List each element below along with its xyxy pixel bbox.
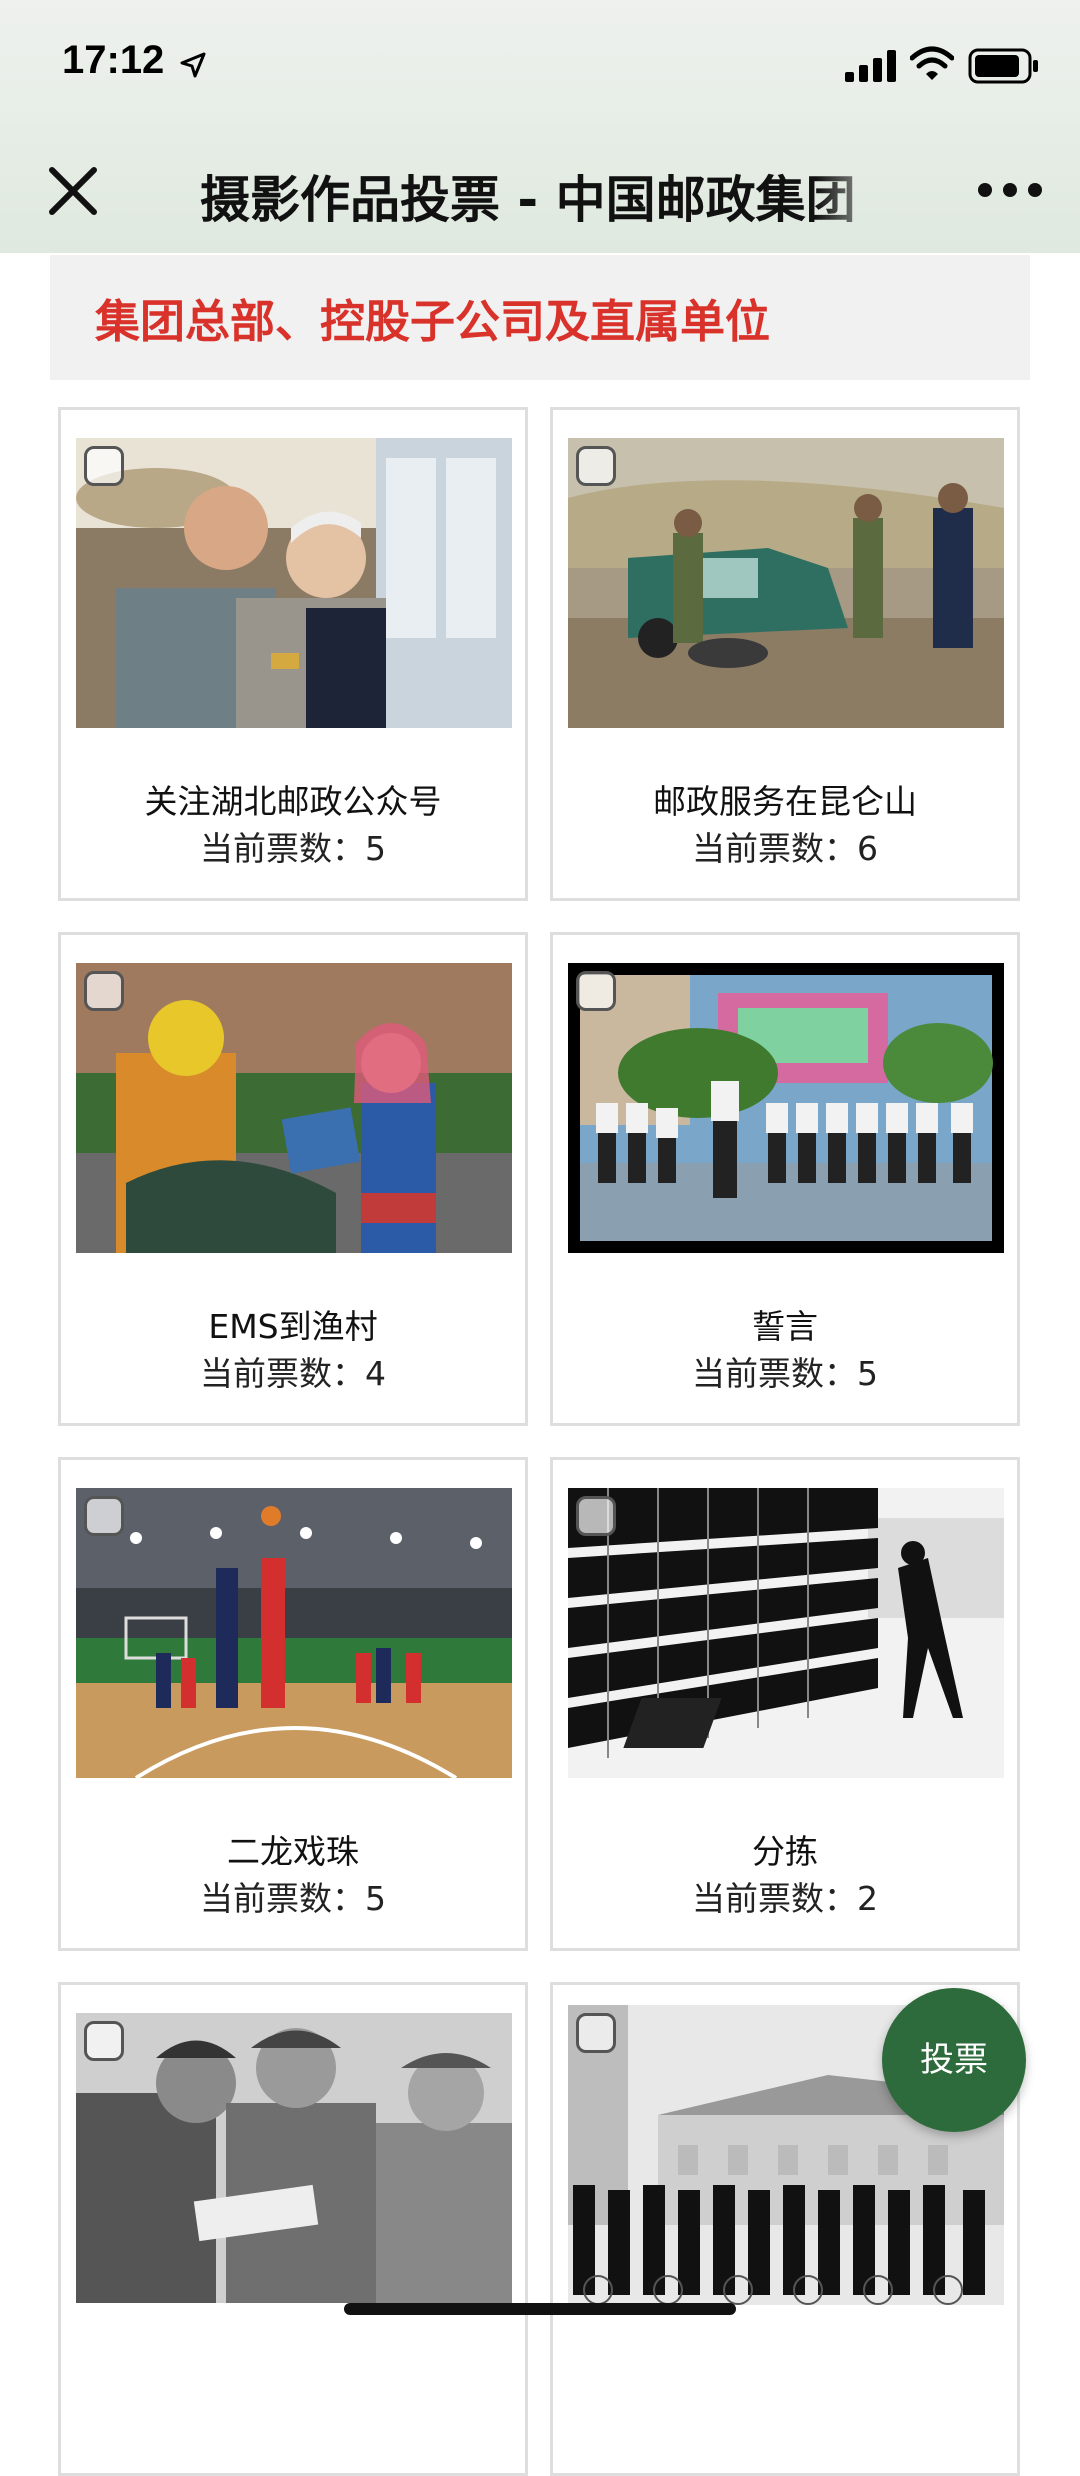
photo-title: 邮政服务在昆仑山 — [653, 782, 917, 821]
photo-card[interactable]: 二龙戏珠 当前票数：5 — [58, 1457, 528, 1951]
photo-title: 誓言 — [752, 1307, 818, 1346]
select-checkbox[interactable] — [84, 446, 124, 486]
more-options-icon[interactable] — [975, 175, 1045, 205]
home-indicator — [344, 2303, 736, 2315]
close-icon[interactable] — [42, 160, 104, 222]
page-title: 摄影作品投票 - 中国邮政集团 — [200, 171, 856, 224]
vote-count: 当前票数：5 — [200, 1879, 386, 1918]
courier-delivery-photo[interactable] — [76, 963, 512, 1253]
old-men-photo[interactable] — [76, 2013, 512, 2303]
vote-count: 当前票数：5 — [692, 1354, 878, 1393]
select-checkbox[interactable] — [576, 971, 616, 1011]
basketball-game-photo[interactable] — [76, 1488, 512, 1778]
status-bar: 17:12 — [0, 0, 1080, 130]
select-checkbox[interactable] — [576, 446, 616, 486]
cellular-signal-icon — [845, 50, 896, 82]
select-checkbox[interactable] — [84, 1496, 124, 1536]
vote-count: 当前票数：6 — [692, 829, 878, 868]
top-bar: 17:12 摄影作品投票 - 中国邮政集团 — [0, 0, 1080, 253]
location-arrow-icon — [180, 52, 206, 78]
status-time: 17:12 — [62, 38, 165, 82]
photo-title: 二龙戏珠 — [227, 1832, 359, 1871]
photo-card[interactable]: 分拣 当前票数：2 — [550, 1457, 1020, 1951]
photo-card[interactable]: 邮政服务在昆仑山 当前票数：6 — [550, 407, 1020, 901]
select-checkbox[interactable] — [84, 2021, 124, 2061]
vote-button[interactable]: 投票 — [882, 1988, 1026, 2132]
select-checkbox[interactable] — [576, 1496, 616, 1536]
battery-icon — [968, 48, 1038, 84]
photo-card[interactable]: 关注湖北邮政公众号 当前票数：5 — [58, 407, 528, 901]
wifi-icon — [910, 46, 954, 80]
select-checkbox[interactable] — [84, 971, 124, 1011]
photo-card[interactable]: 誓言 当前票数：5 — [550, 932, 1020, 1426]
nav-bar: 摄影作品投票 - 中国邮政集团 — [0, 130, 1080, 253]
photo-card[interactable]: EMS到渔村 当前票数：4 — [58, 932, 528, 1426]
photo-title: 关注湖北邮政公众号 — [144, 782, 442, 821]
sorting-shelves-photo[interactable] — [568, 1488, 1004, 1778]
vote-count: 当前票数：4 — [200, 1354, 386, 1393]
select-checkbox[interactable] — [576, 2013, 616, 2053]
photo-card[interactable] — [58, 1982, 528, 2476]
stuck-truck-photo[interactable] — [568, 438, 1004, 728]
photo-title: EMS到渔村 — [208, 1307, 378, 1346]
oath-ceremony-photo[interactable] — [568, 963, 1004, 1253]
people-looking-at-phone-photo[interactable] — [76, 438, 512, 728]
vote-count: 当前票数：2 — [692, 1879, 878, 1918]
section-title: 集团总部、控股子公司及直属单位 — [95, 295, 771, 348]
vote-count: 当前票数：5 — [200, 829, 386, 868]
photo-title: 分拣 — [752, 1832, 818, 1871]
section-header: 集团总部、控股子公司及直属单位 — [50, 255, 1030, 380]
